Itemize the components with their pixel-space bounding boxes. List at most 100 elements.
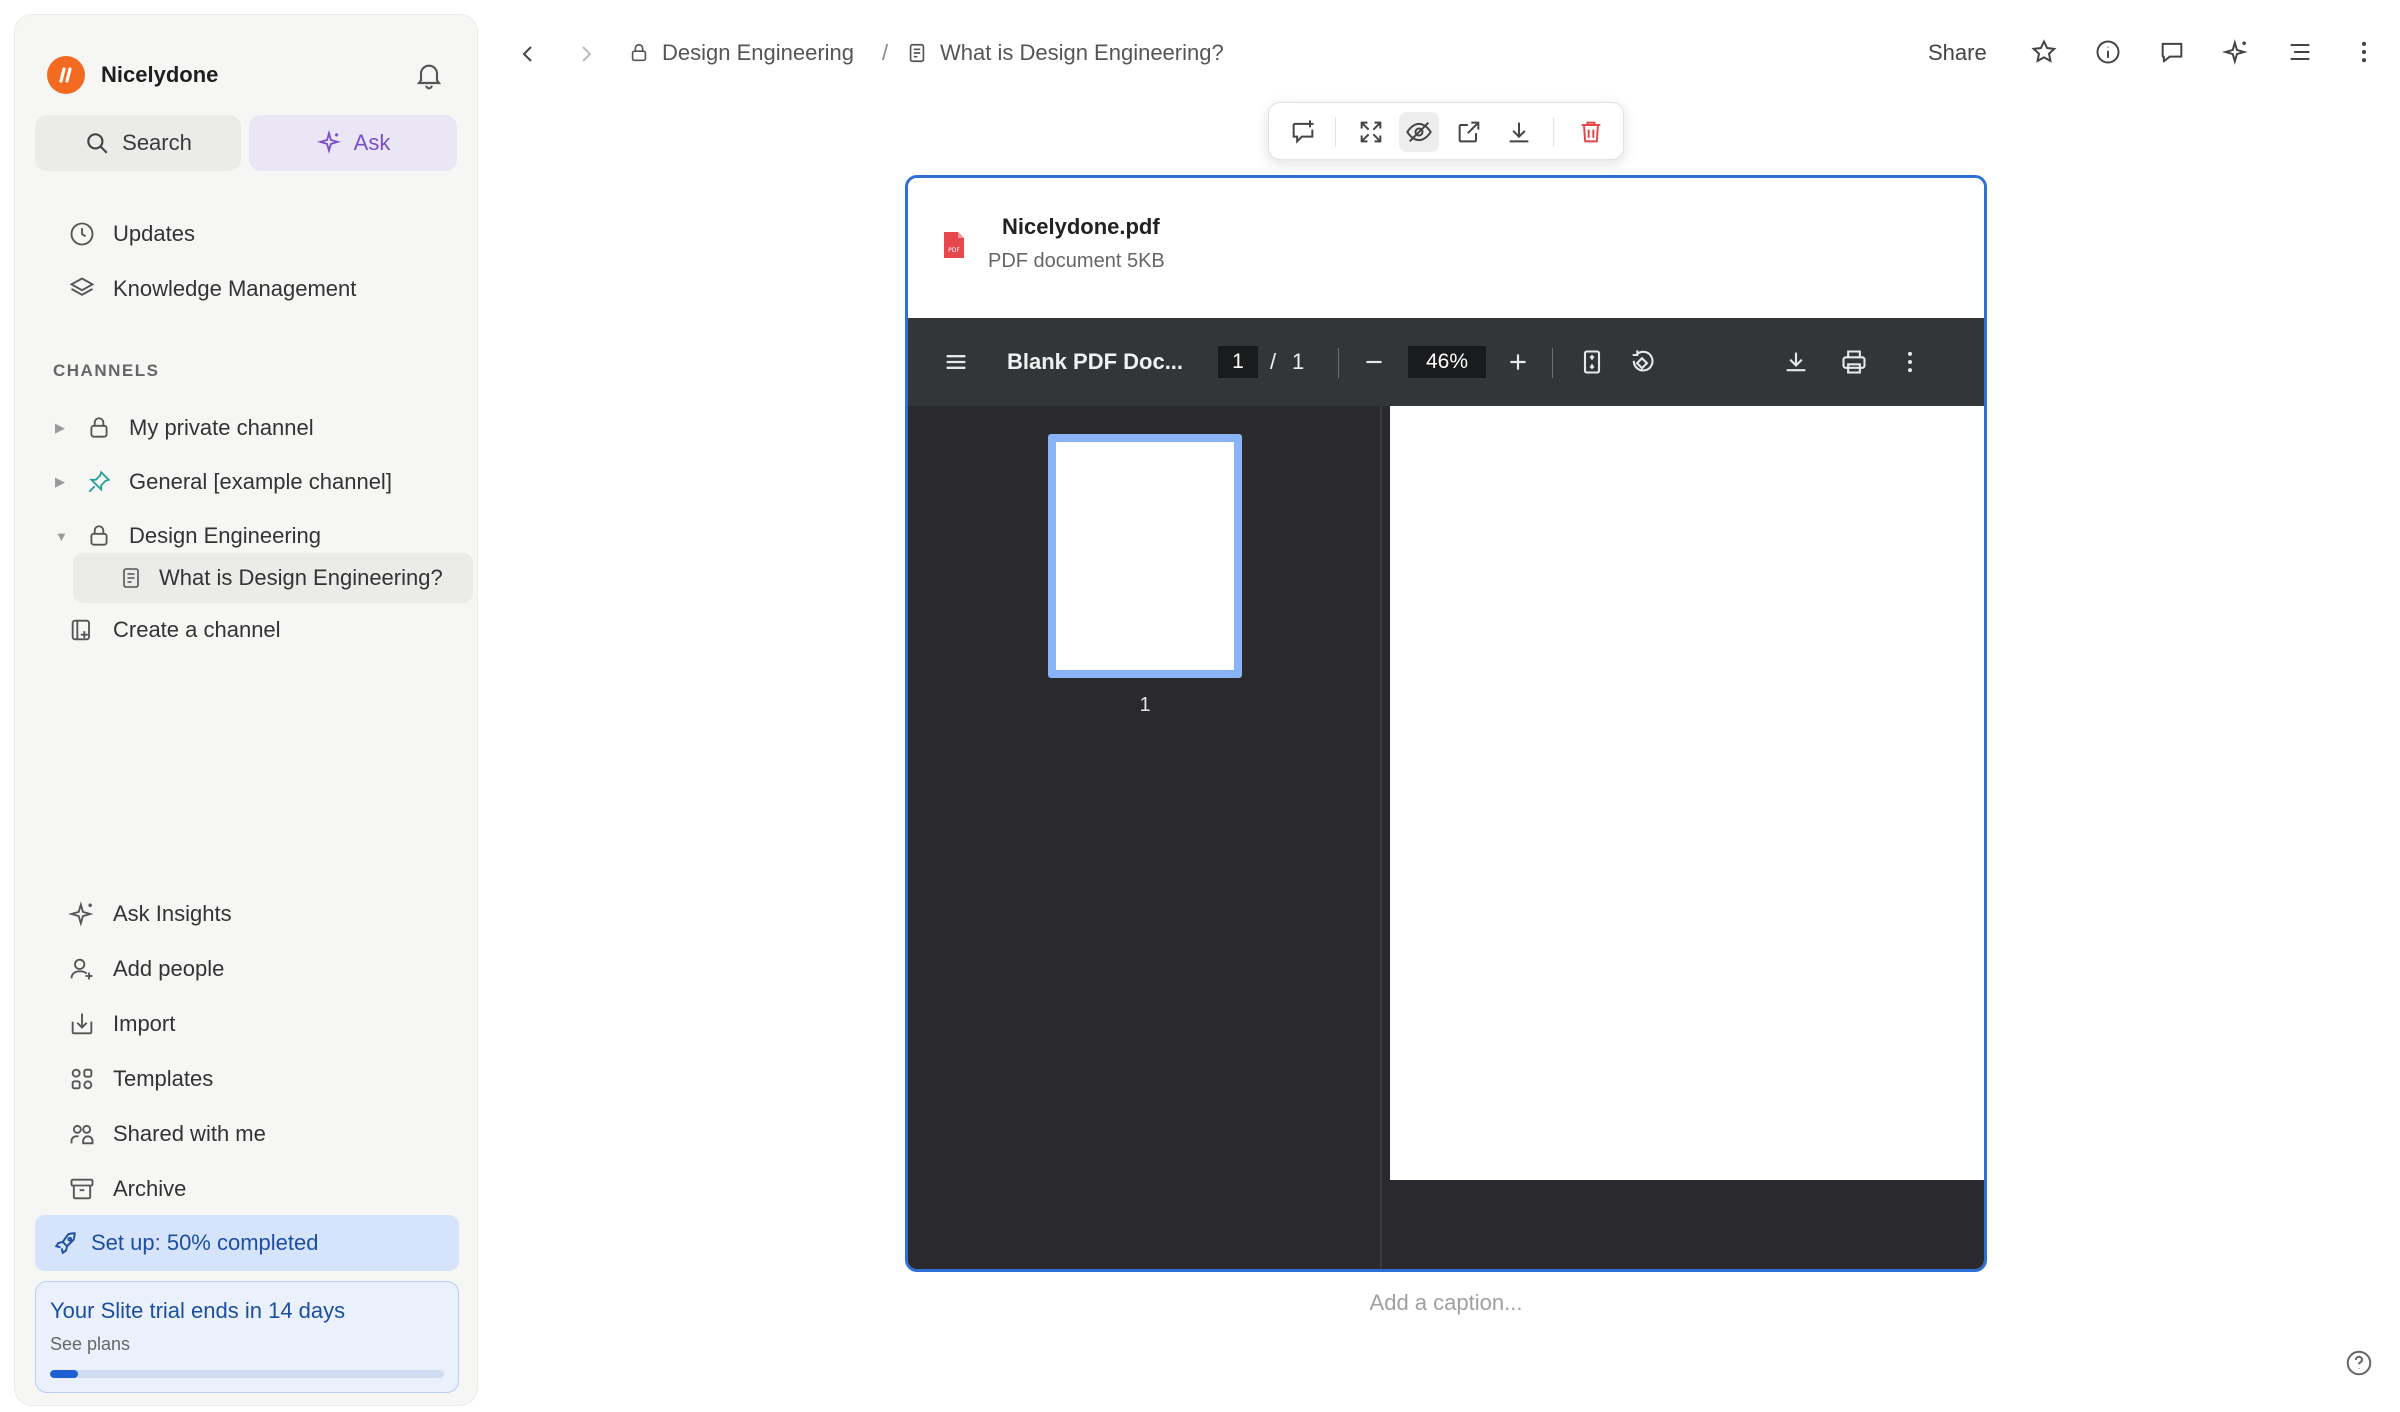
nav-item-label: Import: [113, 1011, 176, 1036]
svg-text:PDF: PDF: [948, 247, 960, 254]
toolbar-separator: [1338, 348, 1339, 378]
zoom-in-icon[interactable]: [1500, 344, 1536, 380]
nav-item-label: Updates: [113, 221, 195, 246]
breadcrumb-doc[interactable]: What is Design Engineering?: [906, 36, 1224, 70]
pdf-page: [1390, 406, 1984, 1180]
total-pages: 1: [1292, 349, 1305, 374]
setup-progress-button[interactable]: Set up: 50% completed: [35, 1215, 459, 1271]
trash-icon[interactable]: [1571, 112, 1611, 152]
see-plans-link[interactable]: See plans: [50, 1334, 130, 1355]
breadcrumb-channel[interactable]: Design Engineering: [628, 36, 854, 70]
nav-item-label: Archive: [113, 1176, 187, 1201]
eye-off-icon[interactable]: [1399, 112, 1439, 152]
breadcrumb-channel-label: Design Engineering: [662, 40, 855, 65]
comment-add-icon[interactable]: [1283, 112, 1323, 152]
trial-progress-bar: [50, 1370, 444, 1378]
comment-icon[interactable]: [2154, 34, 2190, 70]
caption-input[interactable]: Add a caption...: [905, 1290, 1987, 1316]
thumbnail-page-number: 1: [1139, 694, 1151, 716]
more-vertical-icon[interactable]: [1892, 344, 1928, 380]
caret-right-icon[interactable]: ▶: [55, 474, 69, 490]
pdf-viewer-toolbar: Blank PDF Doc... 1 / 1 46%: [908, 318, 1984, 406]
ask-button[interactable]: Ask: [249, 115, 457, 171]
search-icon: [84, 130, 122, 156]
fit-page-icon[interactable]: [1574, 344, 1610, 380]
breadcrumb-separator: /: [882, 40, 889, 65]
download-icon[interactable]: [1499, 112, 1539, 152]
page-number-input[interactable]: 1: [1218, 346, 1258, 378]
outline-icon[interactable]: [2282, 34, 2318, 70]
open-external-icon[interactable]: [1449, 112, 1489, 152]
nav-item-label: Ask Insights: [113, 901, 232, 926]
channel-label: Design Engineering: [129, 523, 322, 548]
download-icon[interactable]: [1778, 344, 1814, 380]
caret-down-icon[interactable]: ▼: [55, 529, 69, 544]
nav-item-import[interactable]: Import: [35, 1001, 473, 1047]
nav-item-label: Shared with me: [113, 1121, 266, 1146]
menu-icon[interactable]: [938, 344, 974, 380]
file-meta: PDF document 5KB: [988, 250, 1165, 272]
setup-label: Set up: 50% completed: [91, 1230, 319, 1255]
more-vertical-icon[interactable]: [2346, 34, 2382, 70]
search-button[interactable]: Search: [35, 115, 241, 171]
toolbar-separator: [1553, 117, 1554, 147]
file-header: PDF Nicelydone.pdf PDF document 5KB: [908, 178, 1984, 318]
trial-banner[interactable]: Your Slite trial ends in 14 days See pla…: [35, 1281, 459, 1393]
nav-item-templates[interactable]: Templates: [35, 1056, 473, 1102]
star-icon[interactable]: [2026, 34, 2062, 70]
thumbnail-panel: 1: [908, 406, 1382, 1269]
channel-general[interactable]: ▶ General [example channel]: [35, 459, 473, 505]
fullscreen-icon[interactable]: [1351, 112, 1391, 152]
nav-item-updates[interactable]: Updates: [35, 211, 473, 257]
nav-item-label: Add people: [113, 956, 225, 981]
ask-label: Ask: [353, 130, 391, 155]
print-icon[interactable]: [1836, 344, 1872, 380]
file-name: Nicelydone.pdf: [1002, 214, 1160, 239]
archive-icon: [67, 1174, 97, 1204]
add-person-icon: [67, 954, 97, 984]
nav-item-label: Templates: [113, 1066, 214, 1091]
nav-item-shared-with-me[interactable]: Shared with me: [35, 1111, 473, 1157]
doc-item-active[interactable]: What is Design Engineering?: [73, 553, 473, 603]
caret-right-icon[interactable]: ▶: [55, 420, 69, 436]
zoom-out-icon[interactable]: [1356, 344, 1392, 380]
workspace-name: Nicelydone: [101, 62, 219, 87]
trial-progress-fill: [50, 1370, 78, 1378]
channel-label: My private channel: [129, 415, 314, 440]
doc-item-label: What is Design Engineering?: [159, 565, 443, 590]
page-thumbnail[interactable]: [1048, 434, 1242, 678]
clock-icon: [67, 219, 97, 249]
shared-icon: [67, 1119, 97, 1149]
info-icon[interactable]: [2090, 34, 2126, 70]
toolbar-separator: [1552, 348, 1553, 378]
create-channel-label: Create a channel: [113, 617, 281, 642]
lock-icon: [85, 414, 113, 442]
lock-icon: [628, 42, 662, 64]
create-channel-button[interactable]: Create a channel: [35, 607, 473, 653]
embed-toolbar: [1268, 102, 1624, 160]
forward-arrow-icon[interactable]: [568, 36, 604, 72]
help-icon[interactable]: [2344, 1348, 2380, 1384]
nav-item-ask-insights[interactable]: Ask Insights: [35, 891, 473, 937]
back-arrow-icon[interactable]: [510, 36, 546, 72]
pdf-embed[interactable]: PDF Nicelydone.pdf PDF document 5KB Blan…: [905, 175, 1987, 1272]
document-icon: [117, 564, 145, 592]
bell-icon[interactable]: [413, 59, 445, 91]
zoom-input[interactable]: 46%: [1408, 346, 1486, 378]
import-icon: [67, 1009, 97, 1039]
sparkle-icon: [316, 130, 354, 156]
nav-item-knowledge-management[interactable]: Knowledge Management: [35, 266, 473, 312]
trial-title: Your Slite trial ends in 14 days: [50, 1298, 346, 1323]
share-button[interactable]: Share: [1928, 36, 1987, 70]
nav-item-label: Knowledge Management: [113, 276, 357, 301]
sparkle-icon: [67, 899, 97, 929]
nav-item-archive[interactable]: Archive: [35, 1166, 473, 1212]
sparkle-icon[interactable]: [2218, 34, 2254, 70]
lock-icon: [85, 522, 113, 550]
channel-my-private-channel[interactable]: ▶ My private channel: [35, 405, 473, 451]
sidebar: Nicelydone Search Ask Updates Knowledge …: [14, 14, 478, 1406]
rotate-icon[interactable]: [1624, 344, 1660, 380]
workspace-switcher[interactable]: Nicelydone: [47, 43, 218, 107]
rocket-icon: [35, 1230, 91, 1256]
nav-item-add-people[interactable]: Add people: [35, 946, 473, 992]
